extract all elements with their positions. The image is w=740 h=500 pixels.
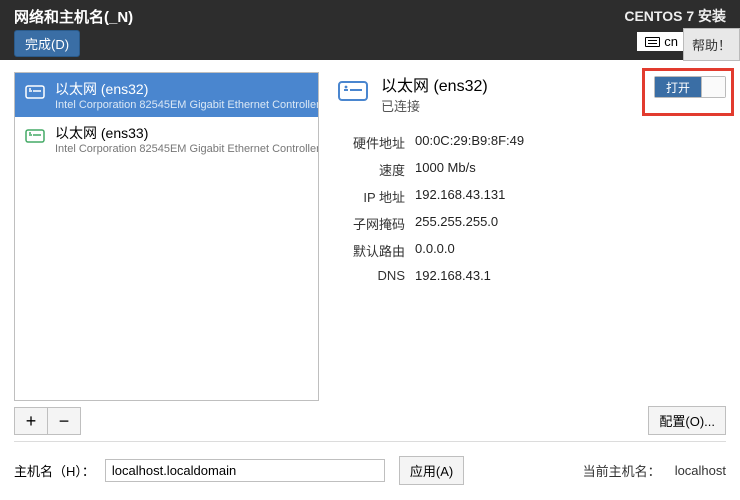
speed-label: 速度 xyxy=(335,160,405,179)
apply-button[interactable]: 应用(A) xyxy=(399,456,464,485)
dns-label: DNS xyxy=(335,268,405,283)
detail-interface-name: 以太网 (ens32) xyxy=(381,72,488,96)
content-area: 以太网 (ens32) Intel Corporation 82545EM Gi… xyxy=(0,60,740,435)
hw-address-label: 硬件地址 xyxy=(335,133,405,152)
speed-value: 1000 Mb/s xyxy=(415,160,476,179)
ethernet-icon xyxy=(23,79,47,103)
ethernet-icon xyxy=(335,72,371,108)
hostname-input[interactable] xyxy=(105,459,385,482)
keyboard-indicator[interactable]: cn xyxy=(637,32,686,51)
help-button[interactable]: 帮助！ xyxy=(683,28,740,61)
mask-value: 255.255.255.0 xyxy=(415,214,498,233)
interface-item-ens32[interactable]: 以太网 (ens32) Intel Corporation 82545EM Gi… xyxy=(15,73,318,117)
page-title: 网络和主机名(_N) xyxy=(14,6,133,27)
toggle-knob xyxy=(701,77,725,97)
dns-value: 192.168.43.1 xyxy=(415,268,491,283)
interface-description: Intel Corporation 82545EM Gigabit Ethern… xyxy=(55,143,319,155)
interface-item-ens33[interactable]: 以太网 (ens33) Intel Corporation 82545EM Gi… xyxy=(15,117,318,161)
footer: 主机名（H）： 应用(A) 当前主机名： localhost xyxy=(0,442,740,499)
list-buttons: + − xyxy=(14,407,319,435)
ip-value: 192.168.43.131 xyxy=(415,187,505,206)
route-value: 0.0.0.0 xyxy=(415,241,455,260)
ip-label: IP 地址 xyxy=(335,187,405,206)
remove-interface-button[interactable]: − xyxy=(47,407,81,435)
hw-address-value: 00:0C:29:B9:8F:49 xyxy=(415,133,524,152)
interface-description: Intel Corporation 82545EM Gigabit Ethern… xyxy=(55,99,319,111)
configure-button[interactable]: 配置(O)... xyxy=(648,406,726,435)
current-hostname-value: localhost xyxy=(675,463,726,478)
interface-name: 以太网 (ens32) xyxy=(55,79,319,99)
interface-panel: 以太网 (ens32) Intel Corporation 82545EM Gi… xyxy=(14,72,319,435)
toggle-on-label: 打开 xyxy=(655,77,701,97)
add-interface-button[interactable]: + xyxy=(14,407,48,435)
connection-status: 已连接 xyxy=(381,96,488,115)
interface-name: 以太网 (ens33) xyxy=(55,123,319,143)
route-label: 默认路由 xyxy=(335,241,405,260)
current-hostname-label: 当前主机名： xyxy=(583,461,661,480)
mask-label: 子网掩码 xyxy=(335,214,405,233)
interface-list: 以太网 (ens32) Intel Corporation 82545EM Gi… xyxy=(14,72,319,401)
keyboard-layout: cn xyxy=(664,34,678,49)
detail-rows: 硬件地址 00:0C:29:B9:8F:49 速度 1000 Mb/s IP 地址 1… xyxy=(335,133,726,283)
hostname-label: 主机名（H）： xyxy=(14,461,95,480)
header-bar: 网络和主机名(_N) 完成(D) CENTOS 7 安装 cn 帮助！ xyxy=(0,0,740,60)
detail-panel: 以太网 (ens32) 已连接 打开 硬件地址 00:0C:29:B9:8F:49… xyxy=(329,72,726,435)
connection-toggle[interactable]: 打开 xyxy=(654,76,726,98)
installer-title: CENTOS 7 安装 xyxy=(624,6,726,26)
ethernet-icon xyxy=(23,123,47,147)
done-button[interactable]: 完成(D) xyxy=(14,30,80,57)
keyboard-icon xyxy=(645,37,660,47)
